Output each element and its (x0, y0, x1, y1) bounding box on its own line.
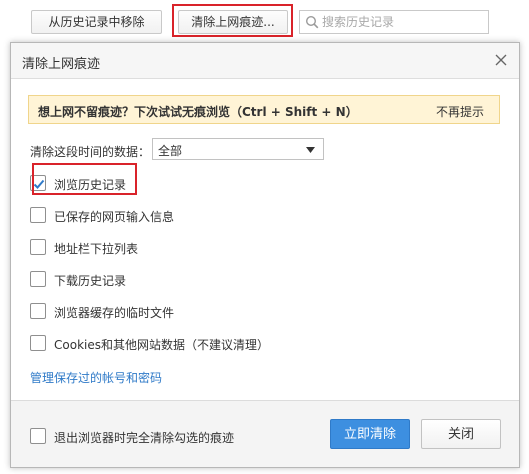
address-bar-dropdown-label: 地址栏下拉列表 (54, 242, 139, 256)
cookies-label: Cookies和其他网站数据（不建议清理） (54, 338, 269, 352)
browsing-history-checkbox[interactable] (30, 175, 46, 191)
saved-form-data-checkbox[interactable] (30, 207, 46, 223)
close-button[interactable]: 关闭 (421, 419, 501, 449)
cookies-checkbox[interactable] (30, 335, 46, 351)
clear-on-exit-label: 退出浏览器时完全清除勾选的痕迹 (54, 431, 235, 445)
clear-on-exit-checkbox[interactable] (30, 428, 46, 444)
manage-saved-passwords-link[interactable]: 管理保存过的帐号和密码 (30, 369, 162, 386)
dialog-footer: 退出浏览器时完全清除勾选的痕迹 立即清除 关闭 (11, 400, 519, 467)
download-history-label: 下载历史记录 (54, 274, 127, 288)
dont-show-again-link[interactable]: 不再提示 (436, 103, 484, 120)
time-range-value: 全部 (158, 144, 183, 158)
cached-files-checkbox[interactable] (30, 303, 46, 319)
history-toolbar: 从历史记录中移除 清除上网痕迹... (0, 0, 529, 42)
download-history-checkbox[interactable] (30, 271, 46, 287)
address-bar-dropdown-checkbox[interactable] (30, 239, 46, 255)
checkmark-icon (33, 179, 45, 189)
clear-now-button[interactable]: 立即清除 (330, 419, 410, 449)
close-icon[interactable] (493, 52, 509, 68)
history-search-box[interactable] (299, 10, 489, 34)
saved-form-data-label: 已保存的网页输入信息 (54, 210, 175, 224)
incognito-tip-banner: 想上网不留痕迹？下次试试无痕浏览（Ctrl + Shift + N） 不再提示 (28, 95, 500, 124)
dialog-header: 清除上网痕迹 (11, 43, 519, 79)
time-range-select[interactable]: 全部 (152, 138, 324, 160)
dialog-title: 清除上网痕迹 (22, 57, 101, 72)
time-range-label: 清除这段时间的数据： (30, 145, 151, 159)
search-icon (305, 15, 319, 29)
clear-browsing-traces-button[interactable]: 清除上网痕迹... (178, 10, 288, 34)
history-search-input[interactable] (322, 13, 482, 31)
browsing-history-label: 浏览历史记录 (54, 178, 127, 192)
cached-files-label: 浏览器缓存的临时文件 (54, 306, 175, 320)
incognito-tip-text: 想上网不留痕迹？下次试试无痕浏览（Ctrl + Shift + N） (38, 105, 358, 119)
clear-traces-dialog: 清除上网痕迹 想上网不留痕迹？下次试试无痕浏览（Ctrl + Shift + N… (10, 42, 520, 468)
chevron-down-icon (306, 147, 315, 153)
remove-from-history-button[interactable]: 从历史记录中移除 (31, 10, 162, 34)
